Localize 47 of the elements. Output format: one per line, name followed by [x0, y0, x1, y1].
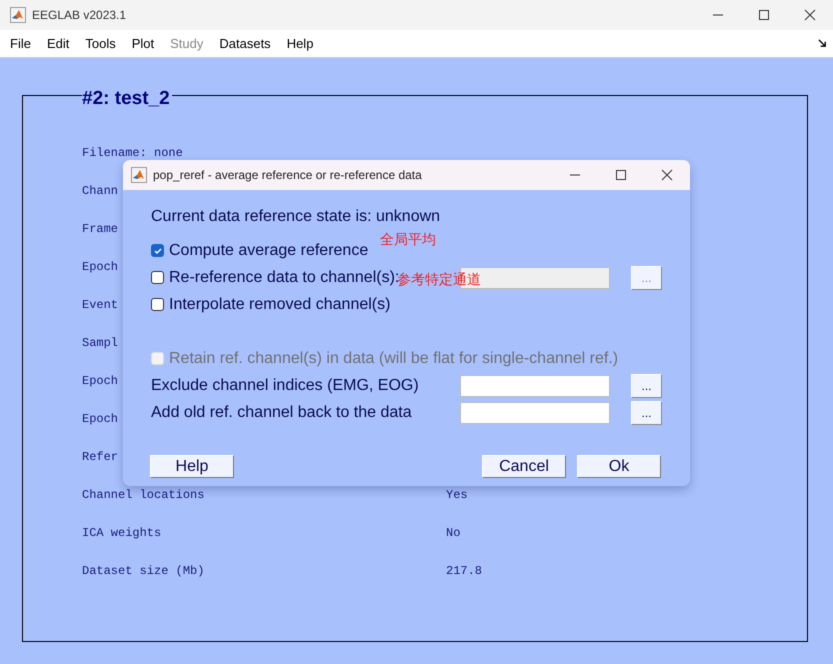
menu-item[interactable]: Datasets	[211, 36, 279, 51]
checkbox-label: Retain ref. channel(s) in data (will be flat for single-channel ref.)	[169, 350, 618, 368]
browse-button[interactable]: ...	[631, 400, 662, 424]
browse-button[interactable]: ...	[631, 374, 662, 398]
checkbox-label: Interpolate removed channel(s)	[169, 296, 390, 314]
checkbox[interactable]	[151, 271, 164, 284]
info-label: Event	[82, 298, 118, 312]
dialog-button[interactable]: Cancel	[482, 455, 566, 478]
check-icon	[152, 246, 162, 256]
menu-item[interactable]: Plot	[124, 36, 162, 51]
info-label: Filename: none	[82, 146, 183, 160]
info-label: Epoch	[82, 374, 118, 388]
menu-item[interactable]: Tools	[77, 36, 124, 51]
checkbox[interactable]	[151, 244, 164, 257]
info-label: Dataset size (Mb)	[82, 564, 204, 578]
info-value: No	[446, 526, 460, 540]
checkbox[interactable]	[151, 298, 164, 311]
info-label: ICA weights	[82, 526, 162, 540]
menu-item[interactable]: Edit	[38, 36, 78, 51]
menu-item[interactable]: Help	[278, 36, 322, 51]
window-title: EEGLAB v2023.1	[32, 8, 128, 22]
info-label: Channel locations	[82, 488, 204, 502]
info-label: Sampl	[82, 336, 118, 350]
input-field[interactable]	[460, 402, 610, 424]
app-logo-icon	[131, 167, 147, 183]
annotation-text: 参考特定通道	[397, 270, 481, 288]
arrow-icon[interactable]	[818, 39, 827, 48]
dataset-title: #2: test_2	[82, 89, 172, 109]
dialog-button[interactable]: Ok	[577, 455, 661, 478]
checkbox-label: Re-reference data to channel(s):	[169, 268, 400, 286]
field-label: Add old ref. channel back to the data	[151, 404, 412, 422]
info-value: 217.8	[446, 564, 482, 578]
info-label: Epoch	[82, 260, 118, 274]
status-text: Current data reference state is: unknown	[151, 208, 440, 226]
dialog-title: pop_reref - average reference or re-reference data	[153, 168, 423, 182]
info-value: Yes	[446, 488, 468, 502]
app-logo-icon	[10, 7, 26, 23]
input-field[interactable]	[460, 374, 610, 396]
dialog-button[interactable]: Help	[150, 455, 234, 478]
annotation-text: 全局平均	[380, 230, 436, 248]
checkbox-label: Compute average reference	[169, 242, 368, 260]
info-label: Chann	[82, 184, 118, 198]
menu-item[interactable]: File	[2, 36, 39, 51]
info-label: Epoch	[82, 412, 118, 426]
info-label: Refer	[82, 450, 118, 464]
info-label: Frame	[82, 222, 118, 236]
field-label: Exclude channel indices (EMG, EOG)	[151, 376, 419, 394]
